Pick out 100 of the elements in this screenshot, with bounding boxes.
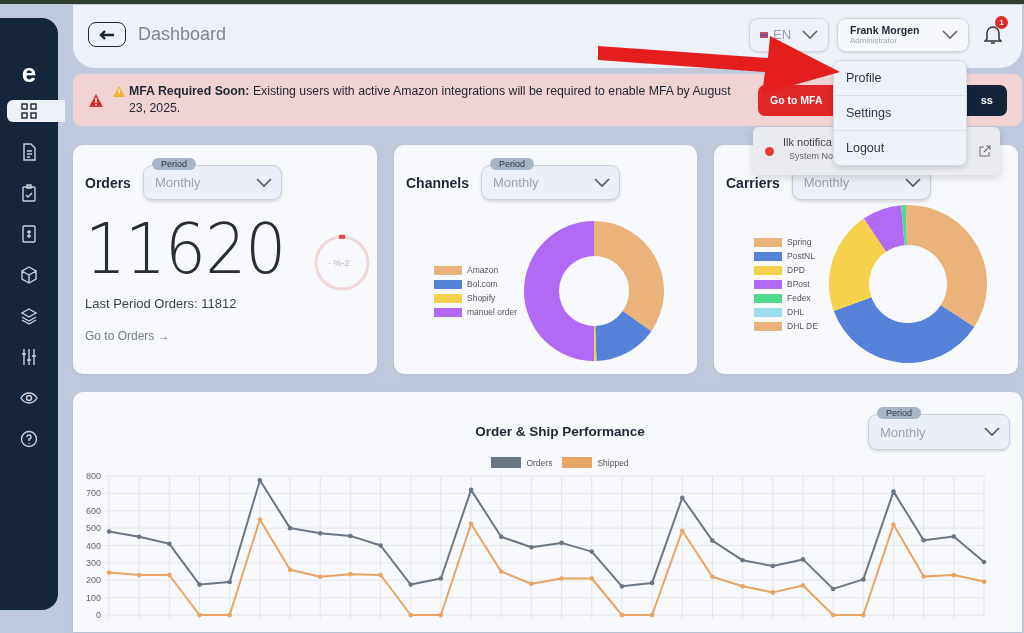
eye-icon — [20, 389, 38, 407]
legend-label: Fedex — [787, 293, 811, 303]
unread-dot-icon — [765, 146, 774, 156]
alert-message: MFA Required Soon: Existing users with active Amazon integrations will be required to enable MFA by August 23, 2025. — [129, 83, 732, 117]
data-point — [589, 576, 595, 581]
data-point — [619, 612, 625, 618]
legend-label: Amazon — [467, 265, 499, 275]
data-point — [167, 541, 172, 547]
flag-icon — [760, 31, 768, 38]
data-point — [649, 580, 655, 586]
legend-label: DHL — [787, 307, 804, 317]
data-point — [680, 495, 685, 500]
help-icon — [20, 430, 38, 448]
data-point — [861, 612, 866, 618]
data-point — [951, 534, 957, 539]
data-point — [378, 543, 383, 548]
legend-label: DPD — [787, 265, 805, 275]
data-point — [317, 531, 323, 536]
back-button[interactable] — [88, 22, 126, 47]
legend-label: Shipped — [597, 457, 629, 468]
data-point — [287, 567, 293, 573]
warning-icon — [113, 86, 125, 97]
order-total: 11620 — [85, 213, 286, 285]
data-point — [136, 534, 142, 540]
data-point — [800, 583, 806, 588]
last-period-text: Last Period Orders: 11812 — [85, 296, 238, 311]
data-point — [559, 576, 564, 581]
clipboard-check-icon — [20, 184, 38, 202]
data-point — [710, 538, 715, 543]
legend-label: manuel order — [467, 307, 518, 317]
legend-label: Shopify — [467, 293, 496, 303]
data-point — [589, 549, 595, 554]
document-icon — [20, 143, 38, 161]
data-point — [408, 612, 413, 618]
progress-ring — [312, 234, 371, 292]
notification-title[interactable]: Ilk notifica — [783, 135, 833, 148]
menu-item[interactable]: Settings — [834, 95, 966, 130]
sidebar-item[interactable] — [7, 100, 65, 122]
field-label: Period — [151, 158, 196, 170]
user-menu-button[interactable]: Frank Morgen Administrator — [837, 17, 969, 52]
data-point — [981, 579, 987, 584]
data-point — [830, 612, 836, 618]
data-point — [740, 557, 745, 563]
legend-label: BPost — [787, 279, 810, 289]
invoice-icon — [20, 225, 38, 243]
data-point — [408, 582, 413, 587]
data-point — [981, 559, 987, 565]
chevron-down-icon — [594, 177, 610, 188]
data-point — [438, 576, 444, 581]
notification-subtitle: System No — [789, 150, 833, 161]
axis-tick-label: 700 — [85, 488, 101, 499]
data-point — [468, 521, 474, 527]
data-point — [830, 586, 836, 592]
chevron-down-icon — [255, 177, 272, 188]
menu-item[interactable]: Logout — [834, 130, 966, 165]
notification-badge: 1 — [995, 15, 1008, 29]
data-point — [559, 540, 564, 546]
data-point — [710, 574, 715, 580]
legend-label: Spring — [787, 237, 812, 247]
data-point — [891, 522, 896, 527]
data-point — [106, 570, 112, 575]
data-point — [227, 612, 232, 618]
notification-bell-icon[interactable] — [984, 24, 1002, 45]
data-point — [227, 579, 232, 585]
data-point — [800, 557, 806, 562]
orders-link[interactable]: Go to Orders → — [85, 329, 365, 343]
external-link-icon[interactable] — [979, 145, 991, 157]
card-title: Orders — [85, 175, 131, 191]
data-point — [649, 612, 655, 618]
legend-label: PostNL — [787, 251, 815, 261]
package-icon — [20, 266, 38, 284]
axis-tick-label: 300 — [85, 557, 101, 568]
data-point — [770, 563, 776, 569]
axis-tick-label: 200 — [85, 575, 101, 586]
data-point — [197, 582, 202, 587]
field-label: Period — [877, 407, 921, 419]
data-point — [378, 572, 383, 578]
layers-icon — [20, 307, 38, 325]
chevron-down-icon — [984, 427, 1000, 437]
legend-label: Bol.com — [467, 279, 498, 289]
data-point — [740, 584, 745, 589]
data-point — [951, 572, 957, 578]
data-point — [921, 538, 926, 543]
axis-tick-label: 400 — [85, 540, 101, 551]
axis-tick-label: 0 — [96, 610, 101, 620]
data-point — [348, 571, 353, 577]
axis-tick-label: 100 — [85, 592, 101, 603]
data-point — [257, 478, 263, 483]
data-point — [861, 577, 866, 582]
data-point — [106, 529, 112, 534]
card-title: Carriers — [726, 175, 780, 191]
data-point — [257, 517, 263, 522]
legend-label: DHL DE — [787, 321, 818, 331]
legend-label: Orders — [526, 457, 553, 468]
back-arrow-icon — [99, 29, 115, 40]
logo: e — [21, 58, 37, 88]
dashboard-grid-icon — [20, 102, 38, 120]
data-point — [498, 569, 504, 574]
data-point — [197, 612, 202, 618]
field-label: Period — [490, 158, 535, 170]
